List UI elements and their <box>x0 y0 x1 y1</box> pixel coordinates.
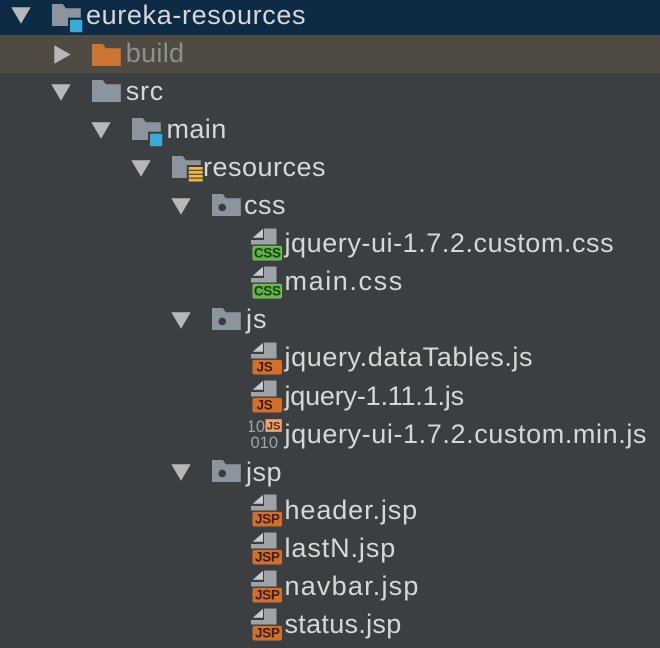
svg-text:CSS: CSS <box>254 245 281 260</box>
svg-text:JSP: JSP <box>255 550 280 565</box>
svg-text:010: 010 <box>251 434 279 452</box>
svg-text:JS: JS <box>257 359 273 374</box>
svg-text:JSP: JSP <box>255 512 280 527</box>
svg-text:JS: JS <box>267 420 280 432</box>
svg-text:CSS: CSS <box>254 283 281 298</box>
svg-text:JS: JS <box>257 397 273 412</box>
svg-text:JSP: JSP <box>255 588 280 603</box>
svg-text:JSP: JSP <box>255 626 280 641</box>
